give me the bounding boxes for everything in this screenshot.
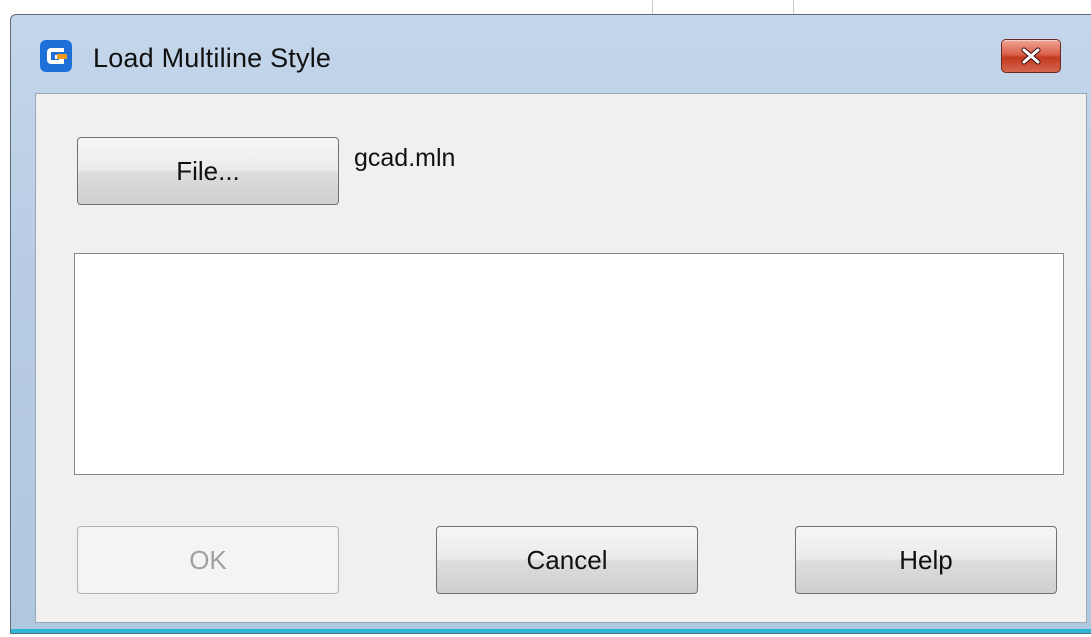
- dialog-client-area: File... gcad.mln OK Cancel Help: [35, 93, 1087, 623]
- window-bottom-edge: [11, 629, 1091, 633]
- load-multiline-style-dialog: Load Multiline Style File... gcad.mln OK…: [10, 14, 1091, 634]
- desktop-background: Load Multiline Style File... gcad.mln OK…: [0, 0, 1091, 637]
- cancel-button[interactable]: Cancel: [436, 526, 698, 594]
- selected-file-name: gcad.mln: [354, 144, 456, 172]
- multiline-styles-list[interactable]: [74, 253, 1064, 475]
- close-button[interactable]: [1001, 39, 1061, 73]
- background-divider: [652, 0, 653, 14]
- gcad-logo-icon: [39, 39, 73, 73]
- dialog-title: Load Multiline Style: [93, 43, 332, 73]
- ok-button[interactable]: OK: [77, 526, 339, 594]
- help-button[interactable]: Help: [795, 526, 1057, 594]
- close-icon: [1021, 47, 1041, 65]
- file-button[interactable]: File...: [77, 137, 339, 205]
- background-divider: [793, 0, 794, 14]
- dialog-titlebar[interactable]: Load Multiline Style: [11, 15, 1091, 93]
